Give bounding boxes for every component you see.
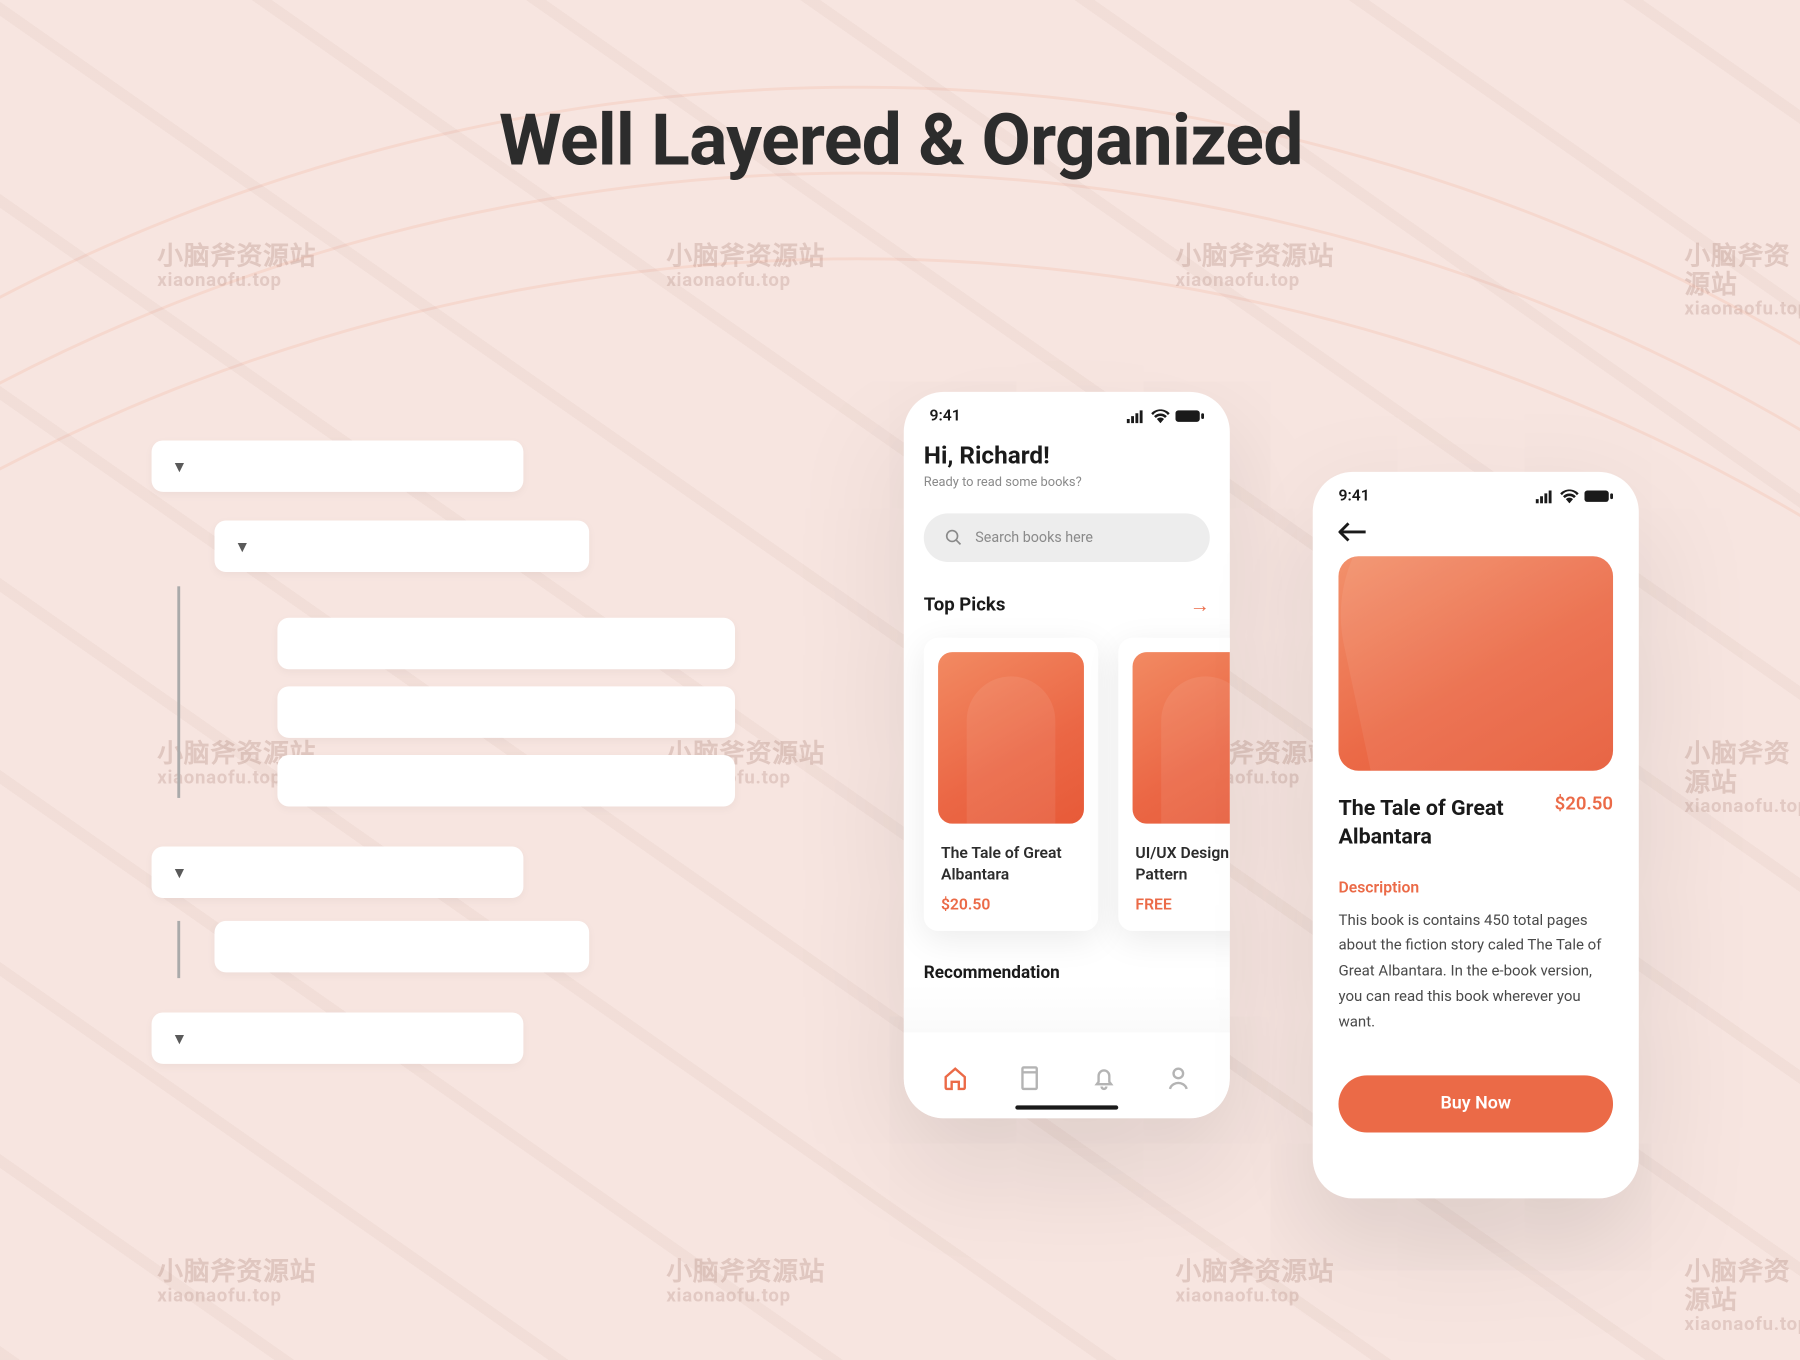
watermark: 小脑斧资源站xiaonaofu.top	[1175, 243, 1334, 292]
watermark: 小脑斧资源站xiaonaofu.top	[1685, 243, 1800, 320]
book-title: The Tale of Great Albantara	[941, 844, 1081, 886]
description-text: This book is contains 450 total pages ab…	[1338, 907, 1613, 1035]
watermark: 小脑斧资源站xiaonaofu.top	[666, 1258, 825, 1307]
greeting-subtitle: Ready to read some books?	[924, 476, 1210, 490]
layer-item[interactable]	[214, 921, 589, 972]
status-icons	[1125, 408, 1204, 422]
search-input[interactable]: Search books here	[924, 513, 1210, 562]
watermark: 小脑斧资源站xiaonaofu.top	[157, 243, 316, 292]
home-icon[interactable]	[941, 1064, 970, 1093]
bell-icon[interactable]	[1090, 1064, 1119, 1093]
status-icons	[1534, 488, 1613, 502]
status-bar: 9:41	[904, 392, 1230, 433]
phone-home-screen: 9:41 Hi, Richard! Ready to read some boo…	[904, 392, 1230, 1118]
buy-now-button[interactable]: Buy Now	[1338, 1075, 1613, 1132]
layers-panel: ▼ ▼ ▼ ▼	[152, 440, 745, 1063]
layer-item[interactable]: ▼	[152, 440, 524, 491]
back-button[interactable]	[1313, 513, 1639, 542]
top-picks-list: The Tale of Great Albantara $20.50 UI/UX…	[924, 638, 1210, 931]
description-label: Description	[1338, 877, 1613, 896]
layer-item[interactable]: ▼	[152, 1012, 524, 1063]
book-price: $20.50	[1555, 794, 1613, 815]
book-cover-hero	[1338, 556, 1613, 771]
chevron-down-icon: ▼	[172, 457, 188, 476]
chevron-down-icon: ▼	[235, 537, 251, 556]
section-title-recommendation: Recommendation	[924, 962, 1210, 982]
book-title: The Tale of Great Albantara	[1338, 794, 1543, 852]
page-title: Well Layered & Organized	[0, 100, 1800, 183]
chevron-down-icon: ▼	[172, 863, 188, 882]
book-cover	[1133, 652, 1230, 824]
book-cover	[938, 652, 1084, 824]
watermark: 小脑斧资源站xiaonaofu.top	[157, 1258, 316, 1307]
watermark: 小脑斧资源站xiaonaofu.top	[1685, 741, 1800, 818]
wifi-icon	[1560, 488, 1579, 502]
battery-icon	[1584, 488, 1613, 502]
book-price: FREE	[1135, 895, 1229, 914]
chevron-down-icon: ▼	[172, 1029, 188, 1048]
status-bar: 9:41	[1313, 472, 1639, 513]
home-indicator	[1015, 1105, 1118, 1110]
arrow-left-icon	[1338, 522, 1367, 542]
arrow-right-icon[interactable]: →	[1190, 593, 1210, 617]
layer-item[interactable]	[277, 755, 735, 806]
signal-icon	[1125, 408, 1145, 422]
wifi-icon	[1151, 408, 1170, 422]
phone-detail-screen: 9:41 The Tale of Great Albantara $20.50 …	[1313, 472, 1639, 1198]
watermark: 小脑斧资源站xiaonaofu.top	[1685, 1258, 1800, 1335]
book-card[interactable]: UI/UX Design Guide Pattern FREE	[1118, 638, 1230, 931]
greeting-title: Hi, Richard!	[924, 442, 1210, 471]
search-icon	[944, 528, 964, 548]
book-title: UI/UX Design Guide Pattern	[1135, 844, 1229, 886]
signal-icon	[1534, 488, 1554, 502]
search-placeholder: Search books here	[975, 530, 1093, 546]
watermark: 小脑斧资源站xiaonaofu.top	[1175, 1258, 1334, 1307]
user-icon[interactable]	[1164, 1064, 1193, 1093]
layer-item[interactable]: ▼	[214, 521, 589, 572]
watermark: 小脑斧资源站xiaonaofu.top	[666, 243, 825, 292]
status-time: 9:41	[929, 406, 960, 425]
layer-item[interactable]	[277, 686, 735, 737]
book-icon[interactable]	[1015, 1064, 1044, 1093]
section-title-top-picks: Top Picks	[924, 595, 1006, 616]
book-price: $20.50	[941, 895, 1081, 914]
book-card[interactable]: The Tale of Great Albantara $20.50	[924, 638, 1098, 931]
status-time: 9:41	[1338, 486, 1369, 505]
layer-item[interactable]: ▼	[152, 847, 524, 898]
battery-icon	[1175, 408, 1204, 422]
layer-item[interactable]	[277, 618, 735, 669]
